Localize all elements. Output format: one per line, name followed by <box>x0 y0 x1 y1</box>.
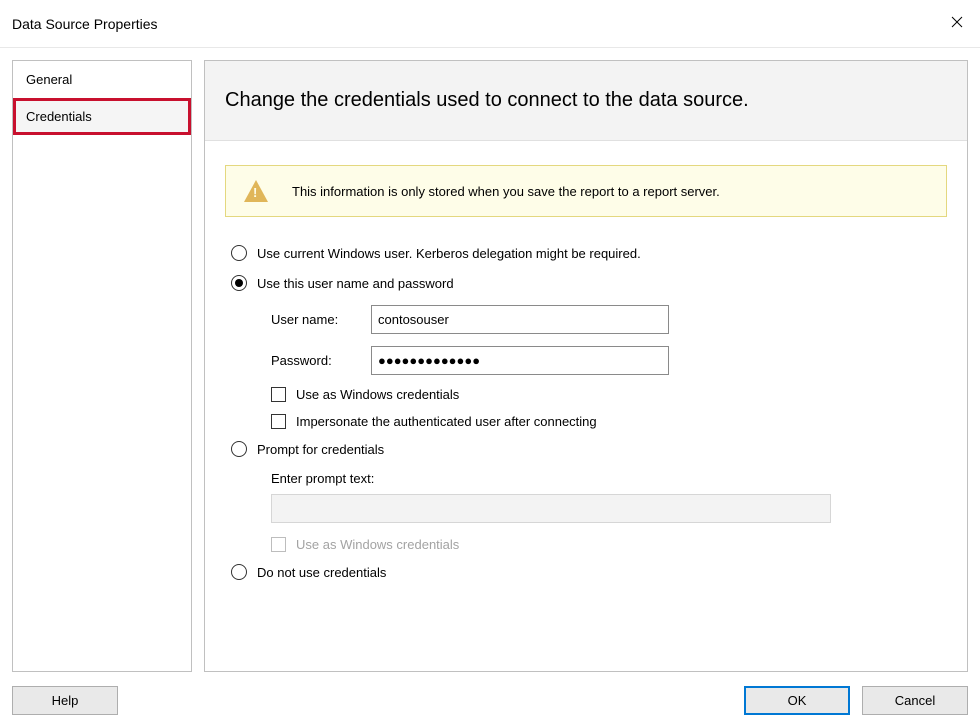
radio-icon <box>231 245 247 261</box>
sidebar: General Credentials <box>12 60 192 672</box>
username-row: User name: <box>271 305 947 334</box>
checkbox-icon <box>271 387 286 402</box>
content: General Credentials Change the credentia… <box>0 48 980 672</box>
checkbox-impersonate[interactable]: Impersonate the authenticated user after… <box>271 414 947 429</box>
radio-use-this[interactable]: Use this user name and password <box>231 275 947 291</box>
prompt-text-label: Enter prompt text: <box>271 471 947 486</box>
username-input[interactable] <box>371 305 669 334</box>
window-title: Data Source Properties <box>12 16 158 32</box>
checkbox-prompt-win[interactable]: Use as Windows credentials <box>271 537 947 552</box>
checkbox-label: Use as Windows credentials <box>296 387 459 402</box>
checkbox-label: Impersonate the authenticated user after… <box>296 414 597 429</box>
password-row: Password: <box>271 346 947 375</box>
warning-icon <box>244 180 268 202</box>
username-label: User name: <box>271 312 371 327</box>
radio-label: Use this user name and password <box>257 276 454 291</box>
radio-current-user[interactable]: Use current Windows user. Kerberos deleg… <box>231 245 947 261</box>
radio-label: Use current Windows user. Kerberos deleg… <box>257 246 641 261</box>
radio-icon <box>231 275 247 291</box>
radio-prompt[interactable]: Prompt for credentials <box>231 441 947 457</box>
checkbox-icon <box>271 537 286 552</box>
password-input[interactable] <box>371 346 669 375</box>
radio-no-cred[interactable]: Do not use credentials <box>231 564 947 580</box>
radio-icon <box>231 564 247 580</box>
main-panel: Change the credentials used to connect t… <box>204 60 968 672</box>
sidebar-item-credentials[interactable]: Credentials <box>13 98 191 135</box>
footer: Help OK Cancel <box>0 672 980 728</box>
button-label: Help <box>52 693 79 708</box>
checkbox-label: Use as Windows credentials <box>296 537 459 552</box>
checkbox-win-creds[interactable]: Use as Windows credentials <box>271 387 947 402</box>
credential-options: Use current Windows user. Kerberos deleg… <box>231 245 947 580</box>
panel-body: This information is only stored when you… <box>205 141 967 604</box>
cancel-button[interactable]: Cancel <box>862 686 968 715</box>
radio-label: Do not use credentials <box>257 565 386 580</box>
banner-text: This information is only stored when you… <box>292 184 720 199</box>
help-button[interactable]: Help <box>12 686 118 715</box>
password-label: Password: <box>271 353 371 368</box>
radio-icon <box>231 441 247 457</box>
ok-button[interactable]: OK <box>744 686 850 715</box>
sidebar-item-general[interactable]: General <box>13 61 191 98</box>
button-label: OK <box>788 693 807 708</box>
sidebar-item-label: General <box>26 72 72 87</box>
radio-label: Prompt for credentials <box>257 442 384 457</box>
button-label: Cancel <box>895 693 935 708</box>
sidebar-item-label: Credentials <box>26 109 92 124</box>
panel-heading: Change the credentials used to connect t… <box>205 61 967 141</box>
prompt-text-input[interactable] <box>271 494 831 523</box>
close-icon <box>951 15 963 33</box>
titlebar: Data Source Properties <box>0 0 980 48</box>
checkbox-icon <box>271 414 286 429</box>
close-button[interactable] <box>934 0 980 48</box>
info-banner: This information is only stored when you… <box>225 165 947 217</box>
